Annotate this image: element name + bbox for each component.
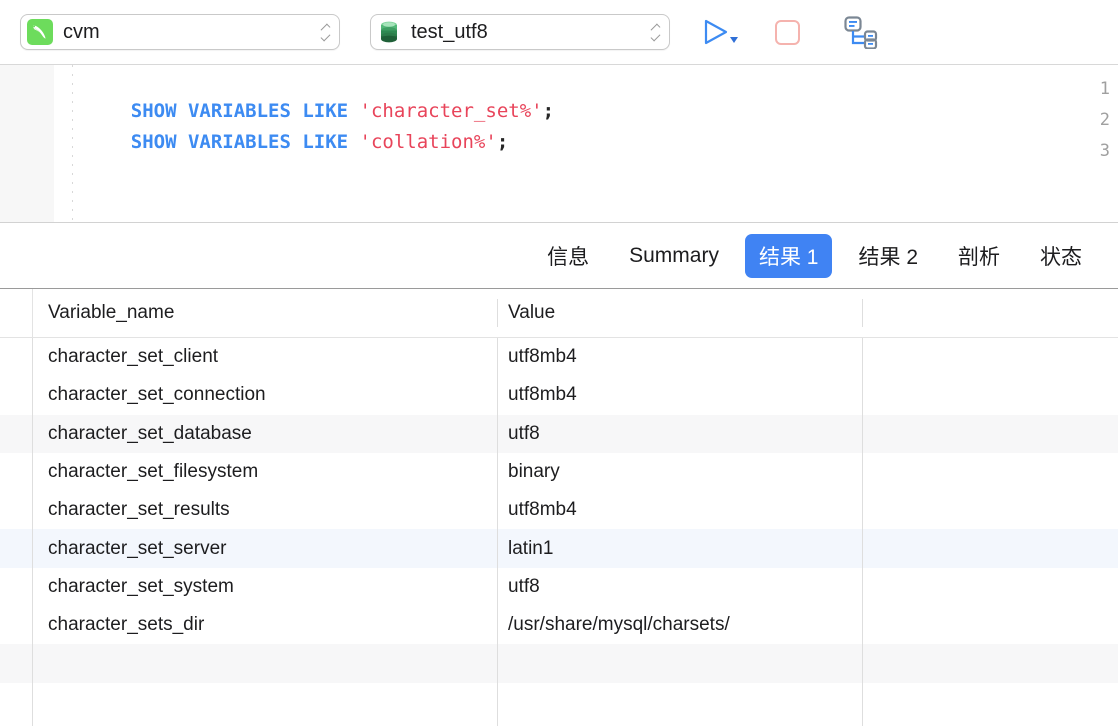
result-grid[interactable]: Variable_name Value character_set_client… xyxy=(0,289,1118,726)
line-number: 3 xyxy=(1099,141,1110,161)
column-header-value[interactable]: Value xyxy=(508,289,858,337)
result-tab-bar: 信息 Summary 结果 1 结果 2 剖析 状态 xyxy=(0,223,1118,289)
sql-punct: ; xyxy=(496,131,509,153)
table-row[interactable]: character_set_filesystem binary xyxy=(0,452,1118,492)
tab-info[interactable]: 信息 xyxy=(533,234,603,278)
database-name: test_utf8 xyxy=(411,20,488,43)
line-number: 1 xyxy=(1099,79,1110,99)
table-row[interactable]: character_set_connection utf8mb4 xyxy=(0,376,1118,415)
connection-stepper-icon[interactable] xyxy=(315,18,335,46)
table-header-row: Variable_name Value xyxy=(0,289,1118,338)
editor-gutter xyxy=(0,65,54,222)
line-number: 2 xyxy=(1099,110,1110,130)
cell-value[interactable]: /usr/share/mysql/charsets/ xyxy=(508,606,858,644)
sql-editor[interactable]: 1 2 3 SHOW VARIABLES LIKE 'character_set… xyxy=(0,65,1118,223)
table-row[interactable]: character_set_database utf8 xyxy=(0,414,1118,453)
cell-variable-name[interactable]: character_set_system xyxy=(48,568,493,606)
cell-variable-name[interactable]: character_set_client xyxy=(48,338,493,376)
cell-value[interactable] xyxy=(508,644,858,682)
column-header-variable-name[interactable]: Variable_name xyxy=(48,289,493,337)
cell-variable-name[interactable]: character_set_server xyxy=(48,529,493,567)
cell-value[interactable]: utf8mb4 xyxy=(508,491,858,529)
database-icon xyxy=(377,19,401,45)
tab-summary[interactable]: Summary xyxy=(615,237,733,275)
table-row-empty[interactable] xyxy=(0,682,1118,721)
tab-profile[interactable]: 剖析 xyxy=(944,234,1014,278)
table-row-empty[interactable] xyxy=(0,644,1118,683)
code-line-2: SHOW VARIABLES LIKE 'collation%'; xyxy=(85,109,509,175)
cell-value[interactable]: utf8 xyxy=(508,415,858,453)
table-row[interactable]: character_sets_dir /usr/share/mysql/char… xyxy=(0,606,1118,645)
cell-variable-name[interactable]: character_set_connection xyxy=(48,376,493,414)
run-query-button[interactable] xyxy=(700,17,746,47)
mysql-dolphin-icon xyxy=(27,19,53,45)
cell-value[interactable] xyxy=(508,683,858,721)
table-row-empty[interactable] xyxy=(0,720,1118,726)
table-row[interactable]: character_set_server latin1 xyxy=(0,529,1118,568)
query-plan-tree-icon[interactable] xyxy=(843,15,879,50)
sql-string: 'collation%' xyxy=(359,131,497,153)
cell-value[interactable]: utf8 xyxy=(508,568,858,606)
cell-variable-name[interactable] xyxy=(48,683,493,721)
cell-value[interactable] xyxy=(508,721,858,726)
database-stepper-icon[interactable] xyxy=(645,18,665,46)
connection-name: cvm xyxy=(63,20,100,43)
cell-variable-name[interactable]: character_set_results xyxy=(48,491,493,529)
table-row[interactable]: character_set_system utf8 xyxy=(0,567,1118,607)
database-selector[interactable]: test_utf8 xyxy=(370,14,670,50)
connection-selector[interactable]: cvm xyxy=(20,14,340,50)
cell-variable-name[interactable] xyxy=(48,644,493,682)
table-row[interactable]: character_set_client utf8mb4 xyxy=(0,338,1118,377)
cell-variable-name[interactable]: character_set_filesystem xyxy=(48,453,493,491)
tab-result-1[interactable]: 结果 1 xyxy=(744,233,833,278)
cell-value[interactable]: utf8mb4 xyxy=(508,376,858,414)
cell-value[interactable]: utf8mb4 xyxy=(508,338,858,376)
table-row[interactable]: character_set_results utf8mb4 xyxy=(0,491,1118,530)
cell-variable-name[interactable] xyxy=(48,721,493,726)
cell-value[interactable]: latin1 xyxy=(508,529,858,567)
tab-result-2[interactable]: 结果 2 xyxy=(844,234,932,278)
cell-variable-name[interactable]: character_sets_dir xyxy=(48,606,493,644)
cell-variable-name[interactable]: character_set_database xyxy=(48,415,493,453)
stop-query-button[interactable] xyxy=(775,20,800,45)
cell-value[interactable]: binary xyxy=(508,453,858,491)
sql-keyword: SHOW VARIABLES LIKE xyxy=(130,131,360,153)
top-toolbar: cvm test_utf8 xyxy=(0,0,1118,65)
sql-punct: ; xyxy=(542,100,555,122)
indent-guides xyxy=(72,65,73,222)
tab-status[interactable]: 状态 xyxy=(1026,234,1096,278)
